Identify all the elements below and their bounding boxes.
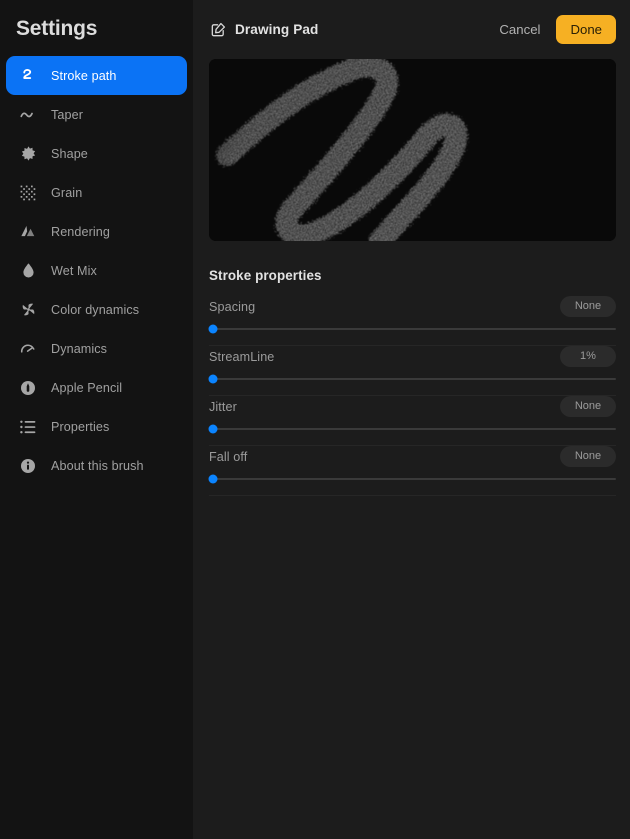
slider-value-pill[interactable]: None [560, 396, 616, 417]
sidebar-item-dynamics[interactable]: Dynamics [6, 329, 187, 368]
slider-header: StreamLine 1% [209, 346, 616, 367]
sidebar-item-label: Stroke path [51, 68, 117, 83]
drawing-pad-label: Drawing Pad [235, 21, 319, 37]
sidebar-item-label: Wet Mix [51, 263, 97, 278]
section-title: Stroke properties [209, 268, 322, 283]
toolbar: Drawing Pad Cancel Done [193, 0, 630, 58]
grain-grid-icon [17, 182, 39, 204]
cancel-button[interactable]: Cancel [489, 16, 550, 43]
sidebar-item-label: Apple Pencil [51, 380, 123, 395]
slider-row-jitter: Jitter None [208, 396, 616, 446]
sidebar-item-label: About this brush [51, 458, 144, 473]
stroke-properties-section: Stroke properties Spacing None StreamLine 1… [193, 268, 630, 496]
sidebar-item-wet-mix[interactable]: Wet Mix [6, 251, 187, 290]
sidebar-item-apple-pencil[interactable]: Apple Pencil [6, 368, 187, 407]
sidebar-item-label: Properties [51, 419, 110, 434]
rendering-icon [17, 221, 39, 243]
sidebar-item-label: Taper [51, 107, 84, 122]
list-icon [17, 416, 39, 438]
settings-sidebar: Settings Stroke path Taper Shape Grain Rende… [0, 0, 193, 839]
sidebar-item-label: Rendering [51, 224, 111, 239]
slider-knob[interactable] [208, 324, 218, 334]
sidebar-item-color-dynamics[interactable]: Color dynamics [6, 290, 187, 329]
droplet-icon [17, 260, 39, 282]
slider-header: Spacing None [209, 296, 616, 317]
taper-wave-icon [17, 104, 39, 126]
apple-pencil-icon [17, 377, 39, 399]
sidebar-item-label: Shape [51, 146, 88, 161]
slider-knob[interactable] [208, 474, 218, 484]
slider-knob[interactable] [208, 424, 218, 434]
brush-stroke-preview[interactable] [209, 59, 616, 241]
drawing-pad-title-group[interactable]: Drawing Pad [211, 22, 318, 37]
slider-track[interactable] [208, 474, 616, 484]
slider-label: Spacing [209, 299, 256, 314]
slider-value-pill[interactable]: 1% [560, 346, 616, 367]
slider-row-streamline: StreamLine 1% [208, 346, 616, 396]
sidebar-item-about-this-brush[interactable]: About this brush [6, 446, 187, 485]
page-title: Settings [16, 17, 98, 40]
slider-knob[interactable] [208, 374, 218, 384]
info-icon [17, 455, 39, 477]
slider-label: Jitter [209, 399, 237, 414]
sidebar-item-rendering[interactable]: Rendering [6, 212, 187, 251]
color-dynamics-icon [17, 299, 39, 321]
slider-header: Jitter None [209, 396, 616, 417]
slider-row-fall-off: Fall off None [208, 446, 616, 496]
slider-row-spacing: Spacing None [208, 296, 616, 346]
sidebar-item-stroke-path[interactable]: Stroke path [6, 56, 187, 95]
compose-icon [211, 22, 226, 37]
sidebar-item-grain[interactable]: Grain [6, 173, 187, 212]
sidebar-item-label: Dynamics [51, 341, 108, 356]
slider-track[interactable] [208, 374, 616, 384]
slider-track[interactable] [208, 424, 616, 434]
row-divider [209, 495, 616, 496]
sidebar-item-shape[interactable]: Shape [6, 134, 187, 173]
slider-list: Spacing None StreamLine 1% Jitter None Fall of… [208, 296, 616, 496]
main-panel: Drawing Pad Cancel Done Stroke propertie… [193, 0, 630, 839]
stroke-path-icon [17, 65, 39, 87]
slider-label: Fall off [209, 449, 248, 464]
sidebar-item-taper[interactable]: Taper [6, 95, 187, 134]
slider-track[interactable] [208, 324, 616, 334]
slider-header: Fall off None [209, 446, 616, 467]
shape-burst-icon [17, 143, 39, 165]
slider-label: StreamLine [209, 349, 275, 364]
dynamics-gauge-icon [17, 338, 39, 360]
slider-value-pill[interactable]: None [560, 446, 616, 467]
sidebar-item-properties[interactable]: Properties [6, 407, 187, 446]
sidebar-item-label: Grain [51, 185, 83, 200]
settings-nav-list: Stroke path Taper Shape Grain Rendering Wet M… [0, 56, 193, 485]
brush-studio-window: Settings Stroke path Taper Shape Grain Rende… [0, 0, 630, 839]
sidebar-item-label: Color dynamics [51, 302, 140, 317]
done-button[interactable]: Done [556, 14, 616, 44]
slider-value-pill[interactable]: None [560, 296, 616, 317]
